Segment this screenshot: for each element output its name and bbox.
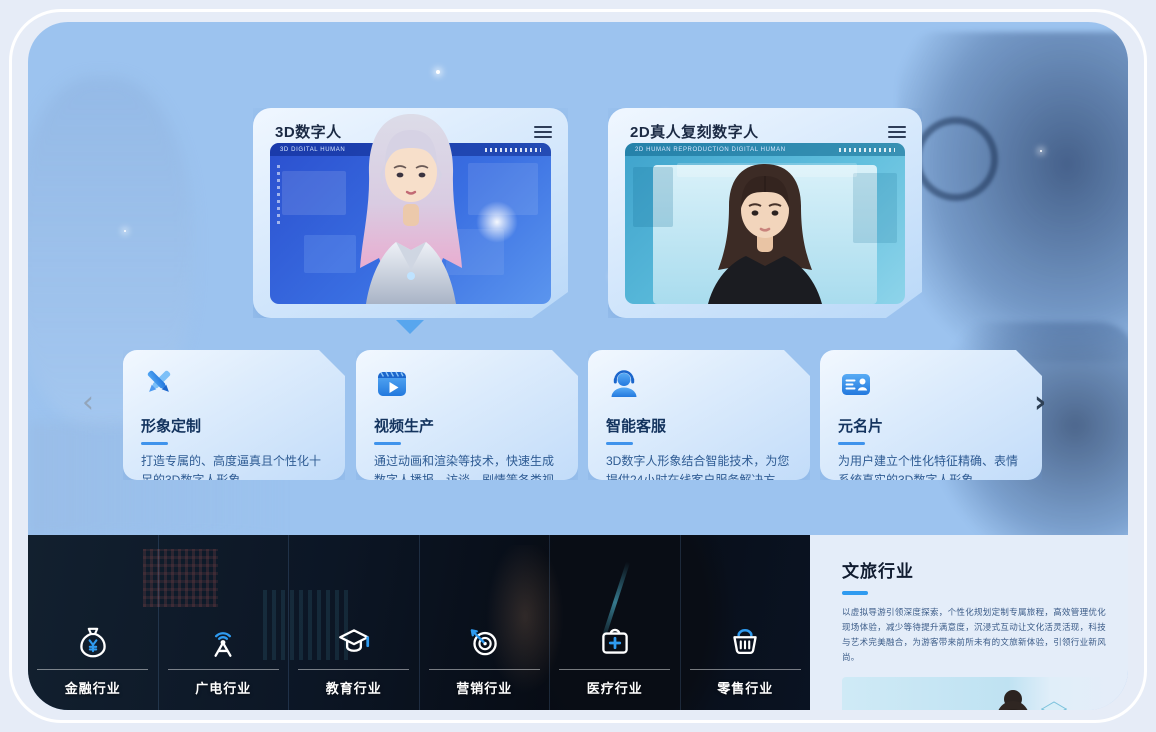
screen-dot-column	[277, 165, 280, 227]
device-card-3d-digital-human[interactable]: 3D数字人 3D DIGITAL HUMAN	[253, 108, 568, 318]
broadcast-tower-icon	[204, 623, 242, 661]
screen-decor	[633, 167, 673, 227]
headset-person-icon	[606, 366, 642, 402]
feature-title: 元名片	[838, 415, 1024, 436]
feature-underline	[141, 442, 168, 445]
id-card-icon	[838, 366, 874, 402]
tourism-description: 以虚拟导游引领深度探索，个性化规划定制专属旅程，高效管理优化现场体验，减少等待提…	[842, 605, 1108, 665]
industry-item-marketing[interactable]: 营销行业	[419, 535, 550, 710]
hero-section: 3D数字人 3D DIGITAL HUMAN	[28, 22, 1128, 535]
device-card-title: 2D真人复刻数字人	[630, 121, 759, 142]
bottom-section: 金融行业 广电行业	[28, 535, 1128, 710]
industry-label: 广电行业	[195, 678, 251, 697]
industries-strip: 金融行业 广电行业	[28, 535, 810, 710]
screen-title-label: 2D HUMAN REPRODUCTION DIGITAL HUMAN	[635, 147, 786, 153]
tourism-panel: 文旅行业 以虚拟导游引领深度探索，个性化规划定制专属旅程，高效管理优化现场体验，…	[810, 535, 1128, 710]
feature-title: 形象定制	[141, 415, 327, 436]
isometric-cubes-decor	[1022, 691, 1108, 711]
industry-divider-line	[298, 669, 409, 670]
feature-description: 3D数字人形象结合智能技术，为您提供24小时在线客户服务解决方案。	[606, 452, 792, 508]
active-card-indicator-triangle	[396, 320, 424, 334]
tourism-underline	[842, 591, 868, 595]
industry-item-retail[interactable]: 零售行业	[680, 535, 811, 710]
industry-label: 营销行业	[456, 678, 512, 697]
cyborg-background-right	[898, 32, 1128, 362]
screen-bar-dots	[839, 148, 895, 152]
industry-item-education[interactable]: 教育行业	[288, 535, 419, 710]
screen-title-bar: 2D HUMAN REPRODUCTION DIGITAL HUMAN	[625, 143, 905, 156]
money-bag-icon	[74, 623, 112, 661]
industry-item-broadcast[interactable]: 广电行业	[158, 535, 289, 710]
device-screen-2d: 2D HUMAN REPRODUCTION DIGITAL HUMAN	[625, 143, 905, 304]
sparkle-dot	[124, 230, 126, 232]
feature-underline	[374, 442, 401, 445]
hamburger-menu-icon[interactable]	[888, 126, 906, 138]
sparkle-dot	[1040, 150, 1042, 152]
feature-underline	[606, 442, 633, 445]
industry-label: 零售行业	[717, 678, 773, 697]
carousel-prev-button[interactable]: ‹	[82, 388, 94, 418]
tourism-title: 文旅行业	[842, 557, 1112, 582]
video-clip-icon	[374, 366, 410, 402]
device-card-2d-replica-human[interactable]: 2D真人复刻数字人 2D HUMAN REPRODUCTION DIGITAL …	[608, 108, 922, 318]
carousel-next-button[interactable]: ›	[1034, 388, 1046, 418]
feature-title: 智能客服	[606, 415, 792, 436]
industry-item-finance[interactable]: 金融行业	[28, 535, 158, 710]
feature-card-video-production[interactable]: 视频生产 通过动画和渲染等技术，快速生成数字人播报、访谈、剧情等各类视频作品。	[356, 350, 578, 480]
cyborg-lens-decor	[914, 117, 998, 201]
hamburger-menu-icon[interactable]	[534, 126, 552, 138]
feature-card-meta-business-card[interactable]: 元名片 为用户建立个性化特征精确、表情系统真实的3D数字人形象。	[820, 350, 1042, 480]
sparkle-dot	[436, 70, 440, 74]
feature-underline	[838, 442, 865, 445]
industry-divider-line	[690, 669, 801, 670]
landing-page: 3D数字人 3D DIGITAL HUMAN	[0, 0, 1156, 732]
industry-divider-line	[37, 669, 148, 670]
avatar-2d-woman	[680, 158, 850, 304]
shopping-basket-icon	[726, 623, 764, 661]
medical-bag-icon	[596, 623, 634, 661]
industry-label: 教育行业	[326, 678, 382, 697]
screen-decor	[853, 173, 897, 243]
pencil-cross-icon	[141, 366, 177, 402]
industry-label: 金融行业	[65, 678, 121, 697]
feature-card-image-customization[interactable]: 形象定制 打造专属的、高度逼真且个性化十足的3D数字人形象。	[123, 350, 345, 480]
device-card-title: 3D数字人	[275, 121, 342, 142]
target-dart-icon	[465, 623, 503, 661]
feature-title: 视频生产	[374, 415, 560, 436]
feature-description: 通过动画和渲染等技术，快速生成数字人播报、访谈、剧情等各类视频作品。	[374, 452, 560, 508]
avatar-3d-woman	[336, 108, 486, 304]
industry-label: 医疗行业	[587, 678, 643, 697]
industry-divider-line	[559, 669, 670, 670]
main-content: 3D数字人 3D DIGITAL HUMAN	[28, 22, 1128, 710]
device-card-header: 2D真人复刻数字人	[630, 121, 906, 142]
screen-bar-dots	[485, 148, 541, 152]
feature-card-smart-customer-service[interactable]: 智能客服 3D数字人形象结合智能技术，为您提供24小时在线客户服务解决方案。	[588, 350, 810, 480]
industry-divider-line	[168, 669, 279, 670]
tourism-image	[842, 677, 1110, 711]
industry-divider-line	[429, 669, 540, 670]
graduation-cap-icon	[335, 623, 373, 661]
industry-item-medical[interactable]: 医疗行业	[549, 535, 680, 710]
